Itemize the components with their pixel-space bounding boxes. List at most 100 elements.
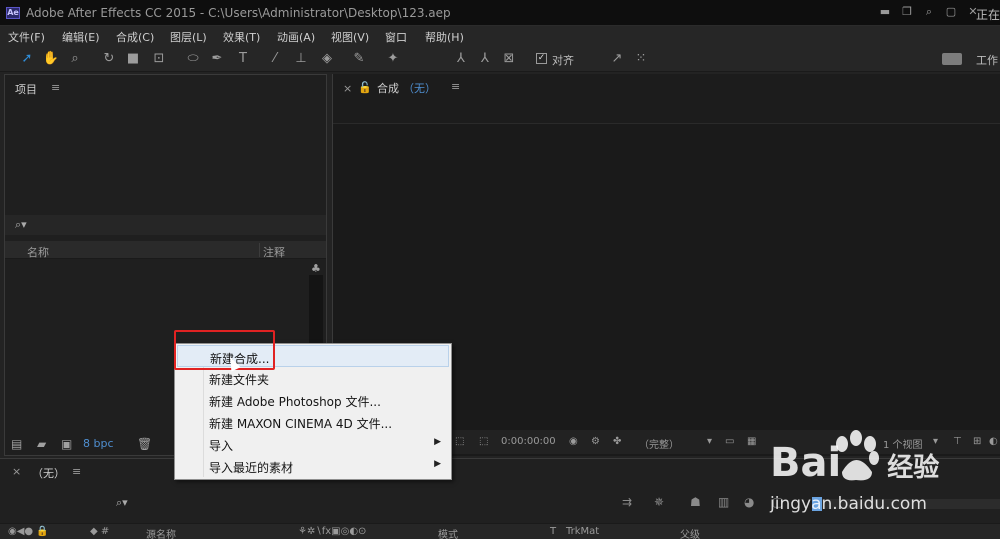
baidu-jingyan-watermark: Bai 经验 jingyan.baidu.com [770,430,1000,520]
channel-icon[interactable]: ✤ [613,436,621,447]
zoom-tool-icon[interactable]: ⌕ [66,50,84,68]
menu-file[interactable]: 文件(F) [8,29,45,45]
composition-panel-header: × 🔓 合成 （无） ≡ [333,74,1000,124]
snap-feature-icon[interactable]: ↗ [608,50,626,68]
flowchart-icon[interactable]: ♣ [311,262,321,275]
chevron-down-icon[interactable]: ▾ [707,436,712,447]
menu-composition[interactable]: 合成(C) [116,29,154,45]
composition-panel-title[interactable]: 合成 [377,80,399,96]
menu-item-label: 导入最近的素材 [209,461,294,475]
menu-item-new-cinema4d-file[interactable]: 新建 MAXON CINEMA 4D 文件... [177,411,449,433]
submenu-arrow-icon: ▶ [434,459,441,469]
submenu-arrow-icon: ▶ [434,437,441,447]
eraser-tool-icon[interactable]: ◈ [318,50,336,68]
grid-icon[interactable]: ⬚ [479,436,488,447]
puppet-pin-tool-icon[interactable]: ✦ [384,50,402,68]
menu-window[interactable]: 窗口 [385,29,407,45]
panel-menu-icon[interactable]: ≡ [72,465,81,478]
after-effects-logo-icon: Ae [6,7,20,19]
ellipse-tool-icon[interactable]: ⬭ [184,50,202,68]
column-parent[interactable]: 父级 [680,526,700,539]
menu-bar: 文件(F) 编辑(E) 合成(C) 图层(L) 效果(T) 动画(A) 视图(V… [0,26,1000,46]
column-note[interactable]: 注释 [263,244,285,260]
timeline-columns-header: ◉◀● 🔒 ◆ # 源名称 ⚘✲∖fx▣◎◐⊙ 模式 T TrkMat 父级 [0,523,1000,539]
selection-tool-icon[interactable]: ➚ [18,50,36,68]
menu-layer[interactable]: 图层(L) [170,29,207,45]
bit-depth-label[interactable]: 8 bpc [83,437,114,450]
frame-blending-icon[interactable]: ▥ [718,495,729,509]
snapshot-icon[interactable]: ◉ [569,436,578,447]
menu-edit[interactable]: 编辑(E) [62,29,100,45]
rotate-tool-icon[interactable]: ↻ [100,50,118,68]
menu-view[interactable]: 视图(V) [331,29,369,45]
timecode-display[interactable]: 0:00:00:00 [501,436,556,447]
annotation-highlight-box [174,330,275,370]
window-title: Adobe After Effects CC 2015 - C:\Users\A… [26,6,451,20]
motion-blur-icon[interactable]: ◕ [744,495,754,509]
restore-icon[interactable]: ❐ [900,5,914,19]
menu-help[interactable]: 帮助(H) [425,29,464,45]
composition-mini-flowchart-icon[interactable]: ⇉ [622,495,632,509]
tool-bar: ➚ ✋ ⌕ ↻ ■ ⊡ ⬭ ✒ T ⁄ ⊥ ◈ ✎ ✦ ⅄ ⅄ ⊠ ✓ 对齐 ↗… [0,46,1000,72]
av-features-icons[interactable]: ◉◀● 🔒 [8,526,49,537]
view-axis-icon[interactable]: ⊠ [500,50,518,68]
roto-brush-tool-icon[interactable]: ✎ [350,50,368,68]
camera-tool-icon[interactable]: ■ [124,50,142,68]
column-t[interactable]: T [550,526,556,537]
close-tab-icon[interactable]: × [343,82,352,95]
transparency-grid-icon[interactable]: ▦ [747,436,756,447]
menu-effect[interactable]: 效果(T) [223,29,260,45]
new-folder-icon[interactable]: ▰ [37,437,46,451]
menu-item-import[interactable]: 导入 ▶ [177,433,449,455]
column-source-name[interactable]: 源名称 [146,526,176,539]
pen-tool-icon[interactable]: ✒ [208,50,226,68]
trash-icon[interactable]: 🗑 [137,437,152,451]
timeline-title[interactable]: （无） [32,465,65,481]
column-divider[interactable] [259,243,260,257]
maximize-icon[interactable]: ▢ [944,5,958,19]
resolution-dropdown[interactable]: （完整） [639,436,679,451]
menu-item-new-photoshop-file[interactable]: 新建 Adobe Photoshop 文件... [177,389,449,411]
column-trkmat[interactable]: TrkMat [566,526,599,537]
world-axis-icon[interactable]: ⅄ [476,50,494,68]
text-tool-icon[interactable]: T [234,50,252,68]
clone-stamp-tool-icon[interactable]: ⊥ [292,50,310,68]
watermark-url: jingyan.baidu.com [770,494,927,514]
lock-icon[interactable]: 🔓 [358,81,372,94]
workspace-toggle-icon[interactable] [942,53,962,65]
workspace-label[interactable]: 工作 [976,52,998,68]
project-panel-title[interactable]: 项目 [15,81,37,97]
project-search-bar[interactable]: ⌕▾ [5,215,326,235]
interpret-footage-icon[interactable]: ▤ [11,437,22,451]
menu-item-label: 新建文件夹 [209,373,270,387]
menu-animation[interactable]: 动画(A) [277,29,315,45]
watermark-logo-text: Bai 经验 [770,440,940,486]
panel-menu-icon[interactable]: ≡ [51,81,60,94]
menu-item-new-folder[interactable]: 新建文件夹 [177,367,449,389]
local-axis-icon[interactable]: ⅄ [452,50,470,68]
hand-tool-icon[interactable]: ✋ [42,50,60,68]
close-tab-icon[interactable]: × [12,465,21,478]
search-icon[interactable]: ⌕▾ [15,218,27,232]
draft-3d-icon[interactable]: ✵ [654,495,664,509]
region-of-interest-icon[interactable]: ⬚ [455,436,464,447]
menu-item-import-recent[interactable]: 导入最近的素材 ▶ [177,455,449,477]
new-composition-icon[interactable]: ▣ [61,437,72,451]
menu-item-label: 新建 Adobe Photoshop 文件... [209,395,381,409]
shy-layers-icon[interactable]: ☗ [690,495,701,509]
show-snapshot-icon[interactable]: ⚙ [591,436,600,447]
brush-tool-icon[interactable]: ⁄ [266,50,284,68]
pan-behind-tool-icon[interactable]: ⊡ [150,50,168,68]
minimize-icon[interactable]: ▬ [878,5,892,19]
column-mode[interactable]: 模式 [438,526,458,539]
timeline-search-icon[interactable]: ⌕▾ [116,496,128,510]
fast-preview-icon[interactable]: ▭ [725,436,734,447]
search-icon[interactable]: ⌕ [922,5,936,19]
snap-checkbox[interactable]: ✓ [536,53,547,64]
label-icon[interactable]: ◆ # [90,526,109,537]
panel-menu-icon[interactable]: ≡ [451,80,460,93]
snap-grid-icon[interactable]: ⁙ [632,50,650,68]
project-columns-header: 名称 注释 [5,241,326,259]
column-name[interactable]: 名称 [27,244,49,260]
switches-icons[interactable]: ⚘✲∖fx▣◎◐⊙ [298,526,366,537]
